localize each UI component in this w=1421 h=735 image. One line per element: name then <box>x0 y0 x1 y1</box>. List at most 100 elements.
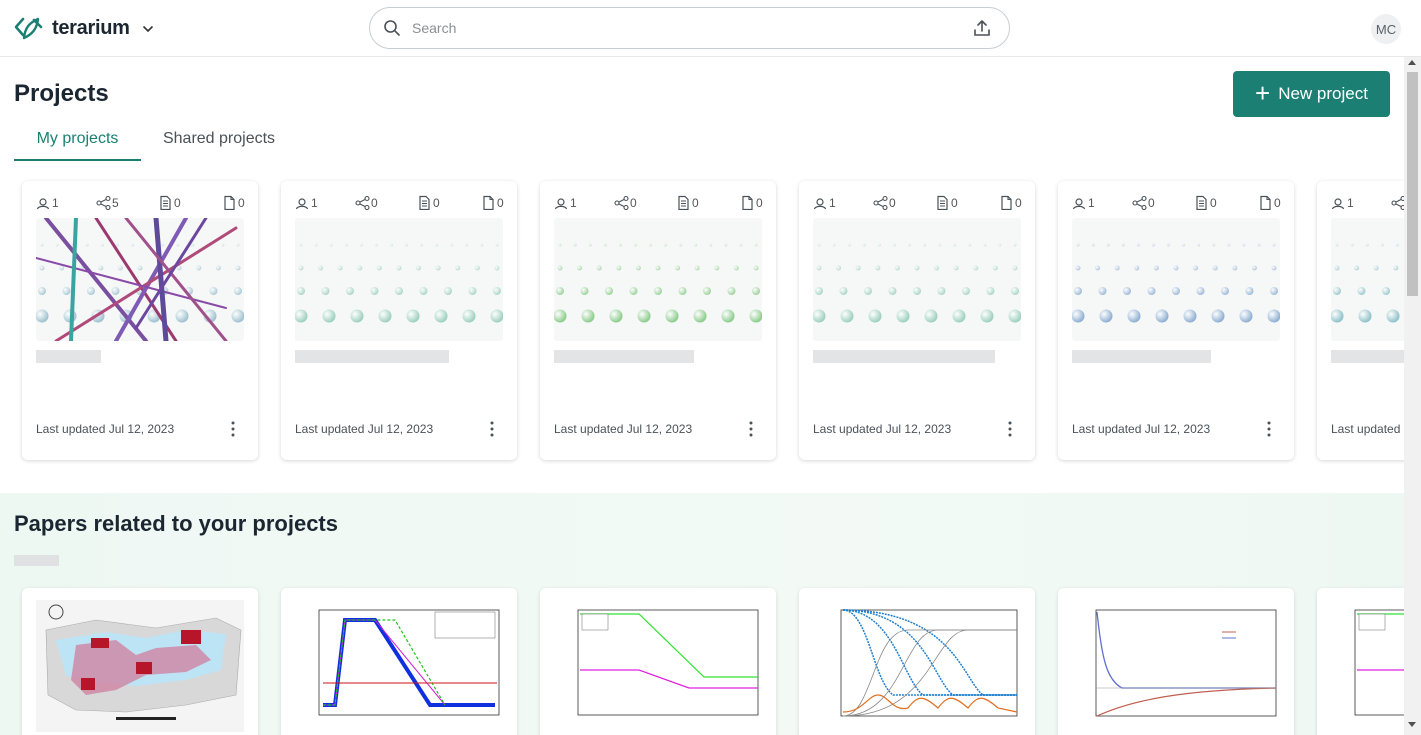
person-icon <box>813 198 827 210</box>
file-icon <box>1260 195 1271 210</box>
paper-card[interactable] <box>1317 588 1404 735</box>
project-tabs: My projects Shared projects <box>14 126 1404 161</box>
papers-section-title: Papers related to your projects <box>14 511 338 536</box>
more-vertical-icon[interactable] <box>228 421 238 437</box>
last-updated: Last updated Jul 12, 2023 <box>36 422 175 436</box>
project-thumbnail <box>295 218 503 341</box>
new-project-label: New project <box>1278 84 1368 103</box>
projects-list: 1 5 0 0 Last updated Jul 12, 2023 1 0 0 0 Last u… <box>0 170 1404 480</box>
members-count: 1 <box>311 195 318 210</box>
more-vertical-icon[interactable] <box>1005 421 1015 437</box>
share-icon <box>1391 195 1404 210</box>
paper-card[interactable] <box>540 588 776 735</box>
project-card[interactable]: 1 0 0 0 Last updated Jul 12, 2023 <box>1058 181 1294 460</box>
new-project-button[interactable]: + New project <box>1233 71 1390 117</box>
top-bar: terarium MC <box>0 0 1421 57</box>
related-papers-section: Papers related to your projects <box>0 493 1404 735</box>
paper-figure-line-chart-b <box>295 600 503 732</box>
members-stat: 1 <box>1331 195 1354 210</box>
paper-figure-fraction-population <box>813 600 1021 732</box>
project-stats: 1000 <box>554 195 764 211</box>
chevron-down-icon[interactable] <box>142 25 154 33</box>
papers-count: 0 <box>174 195 181 210</box>
paper-figure-decay-chart <box>1072 600 1280 732</box>
papers-stat: 0 <box>935 195 958 210</box>
members-stat: 1 <box>295 195 318 210</box>
last-updated: Last updated Jul 12, 2023 <box>295 422 434 436</box>
docs-count: 0 <box>756 195 763 210</box>
last-updated: Last updated Jul 12, 2023 <box>1072 422 1211 436</box>
more-vertical-icon[interactable] <box>1264 421 1274 437</box>
shares-stat: 0 <box>1391 195 1404 210</box>
share-icon <box>873 195 888 210</box>
document-icon <box>419 195 430 210</box>
project-stats: 1000 <box>1331 195 1404 211</box>
members-stat: 1 <box>36 195 59 210</box>
avatar[interactable]: MC <box>1371 14 1401 44</box>
more-vertical-icon[interactable] <box>746 421 756 437</box>
paper-card[interactable] <box>799 588 1035 735</box>
last-updated: Last updated Jul 12, 2023 <box>554 422 693 436</box>
project-card[interactable]: 1 0 0 0 Last updated Jul 12, 2023 <box>540 181 776 460</box>
search-bar[interactable] <box>369 7 1010 49</box>
share-icon <box>96 195 111 210</box>
last-updated: Last updated Jul 12, 2023 <box>813 422 952 436</box>
shares-stat: 5 <box>96 195 119 210</box>
project-card[interactable]: 1 0 0 0 Last updated Jul 12, 2023 <box>281 181 517 460</box>
search-icon <box>384 20 400 36</box>
project-card[interactable]: 1 0 0 0 Last updated Jul 12, 2023 <box>799 181 1035 460</box>
terarium-logo-icon <box>14 17 43 40</box>
papers-count: 0 <box>692 195 699 210</box>
papers-count: 0 <box>1210 195 1217 210</box>
paper-card[interactable] <box>1058 588 1294 735</box>
share-icon <box>355 195 370 210</box>
project-thumbnail <box>1072 218 1280 341</box>
docs-count: 0 <box>1274 195 1281 210</box>
person-icon <box>1072 198 1086 210</box>
file-icon <box>1001 195 1012 210</box>
docs-stat: 0 <box>222 195 245 210</box>
person-icon <box>554 198 568 210</box>
project-card[interactable]: 1000Last updated <box>1317 181 1404 460</box>
project-stats: 1000 <box>1072 195 1282 211</box>
members-count: 1 <box>52 195 59 210</box>
scroll-up-arrow-icon[interactable] <box>1408 60 1416 65</box>
person-icon <box>36 198 50 210</box>
docs-count: 0 <box>238 195 245 210</box>
shares-count: 0 <box>889 195 896 210</box>
page-title: Projects <box>14 80 109 107</box>
scroll-down-arrow-icon[interactable] <box>1408 722 1416 727</box>
search-input[interactable] <box>412 17 952 39</box>
share-icon <box>1132 195 1147 210</box>
paper-card[interactable] <box>281 588 517 735</box>
docs-count: 0 <box>1015 195 1022 210</box>
shares-count: 0 <box>371 195 378 210</box>
members-stat: 1 <box>813 195 836 210</box>
project-title-placeholder <box>1331 350 1404 363</box>
papers-stat: 0 <box>676 195 699 210</box>
more-vertical-icon[interactable] <box>487 421 497 437</box>
tab-shared-projects[interactable]: Shared projects <box>155 126 283 161</box>
members-stat: 1 <box>554 195 577 210</box>
paper-card[interactable] <box>22 588 258 735</box>
project-thumbnail <box>1331 218 1404 341</box>
project-title-placeholder <box>295 350 449 363</box>
project-title-placeholder <box>813 350 995 363</box>
person-icon <box>1331 198 1345 210</box>
docs-stat: 0 <box>740 195 763 210</box>
project-card[interactable]: 1 5 0 0 Last updated Jul 12, 2023 <box>22 181 258 460</box>
upload-icon[interactable] <box>973 19 991 37</box>
papers-stat: 0 <box>1194 195 1217 210</box>
file-icon <box>483 195 494 210</box>
project-thumbnail <box>36 218 244 341</box>
project-title-placeholder <box>554 350 694 363</box>
document-icon <box>937 195 948 210</box>
document-icon <box>678 195 689 210</box>
project-thumbnail <box>813 218 1021 341</box>
tab-my-projects[interactable]: My projects <box>14 126 141 161</box>
plus-icon: + <box>1255 78 1271 108</box>
app-name: terarium <box>52 16 130 39</box>
scrollbar-thumb[interactable] <box>1407 72 1418 296</box>
app-logo[interactable]: terarium <box>14 14 154 42</box>
project-thumbnail <box>554 218 762 341</box>
